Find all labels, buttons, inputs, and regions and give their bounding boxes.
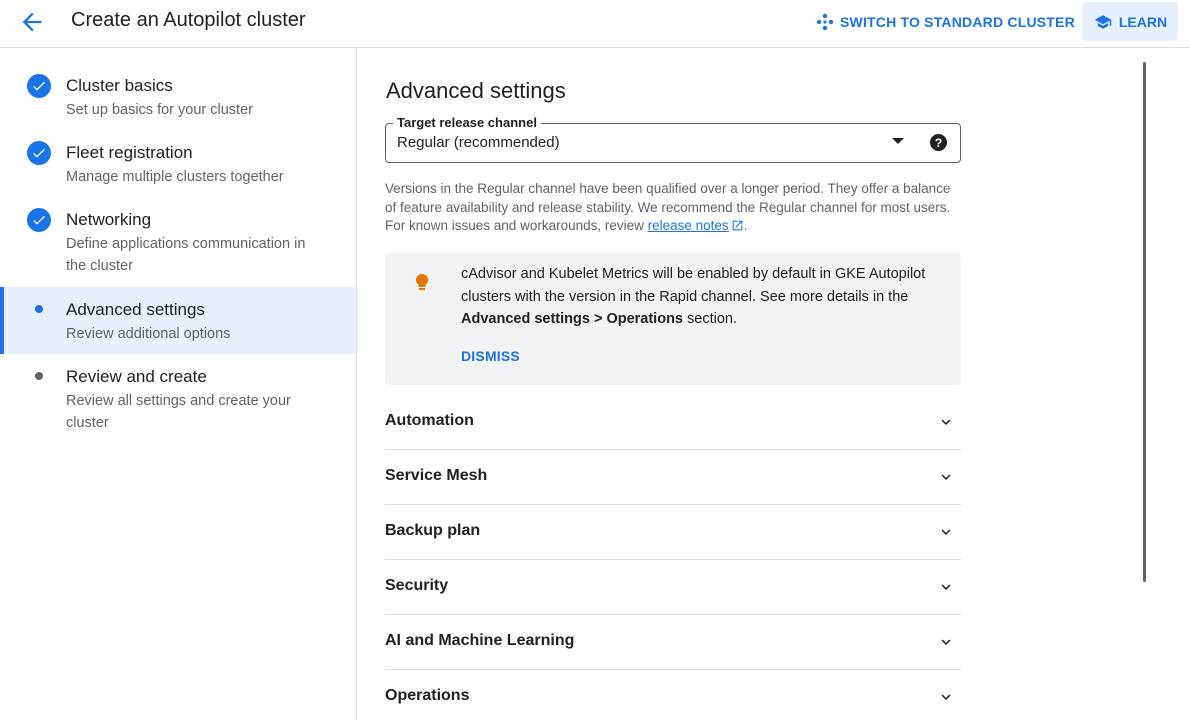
dropdown-arrow-icon[interactable]: [892, 138, 904, 144]
release-channel-description: Versions in the Regular channel have bee…: [385, 180, 963, 236]
step-title: Advanced settings: [66, 300, 205, 319]
chevron-down-icon: [941, 529, 951, 535]
section-title: Automation: [385, 412, 474, 429]
step-advanced-settings[interactable]: Advanced settings Review additional opti…: [0, 287, 356, 354]
pending-step-dot: [27, 364, 51, 388]
section-title: Backup plan: [385, 522, 481, 539]
banner-text: cAdvisor and Kubelet Metrics will be ena…: [461, 266, 926, 305]
section-ai-machine-learning[interactable]: AI and Machine Learning: [385, 615, 961, 670]
learn-label: LEARN: [1118, 13, 1168, 30]
step-subtitle: Set up basics for your cluster: [66, 102, 253, 118]
lightbulb-icon: [415, 273, 429, 290]
step-fleet-registration[interactable]: Fleet registration Manage multiple clust…: [0, 136, 356, 196]
hub-icon: [816, 13, 834, 31]
section-security[interactable]: Security: [385, 560, 961, 615]
step-title: Review and create: [66, 367, 207, 386]
release-channel-value: Regular (recommended): [397, 134, 560, 151]
step-title: Fleet registration: [66, 143, 193, 162]
section-title: Security: [385, 577, 449, 594]
dismiss-button[interactable]: DISMISS: [461, 348, 520, 364]
section-title: AI and Machine Learning: [385, 632, 575, 649]
chevron-down-icon: [941, 584, 951, 590]
stepper-sidebar: Cluster basics Set up basics for your cl…: [0, 48, 357, 720]
step-subtitle: Review additional options: [66, 326, 231, 342]
step-subtitle: Review all settings and create your clus…: [66, 393, 291, 431]
section-title: Service Mesh: [385, 467, 488, 484]
section-title: Operations: [385, 687, 470, 704]
section-heading: Advanced settings: [386, 78, 566, 103]
section-operations[interactable]: Operations: [385, 670, 961, 725]
help-icon[interactable]: ?: [930, 134, 947, 151]
banner-message: cAdvisor and Kubelet Metrics will be ena…: [461, 263, 941, 331]
release-channel-label: Target release channel: [393, 115, 541, 130]
chevron-down-icon: [941, 419, 951, 425]
chevron-down-icon: [941, 639, 951, 645]
step-cluster-basics[interactable]: Cluster basics Set up basics for your cl…: [0, 68, 356, 128]
banner-bold-text: Advanced settings > Operations: [461, 311, 683, 327]
app-header: Create an Autopilot cluster SWITCH TO ST…: [0, 0, 1190, 48]
step-networking[interactable]: Networking Define applications communica…: [0, 203, 356, 283]
scrollbar[interactable]: [1143, 62, 1146, 582]
chevron-down-icon: [941, 474, 951, 480]
step-title: Networking: [66, 210, 152, 229]
step-title: Cluster basics: [66, 76, 173, 95]
check-circle-icon: [27, 141, 51, 165]
section-service-mesh[interactable]: Service Mesh: [385, 450, 961, 505]
switch-to-standard-button[interactable]: SWITCH TO STANDARD CLUSTER: [816, 11, 1075, 33]
chevron-down-icon: [941, 694, 951, 700]
step-subtitle: Manage multiple clusters together: [66, 169, 284, 185]
back-arrow-icon[interactable]: [18, 8, 46, 36]
banner-suffix: section.: [683, 311, 737, 327]
section-automation[interactable]: Automation: [385, 395, 961, 450]
check-circle-icon: [27, 208, 51, 232]
section-backup-plan[interactable]: Backup plan: [385, 505, 961, 560]
step-review-and-create[interactable]: Review and create Review all settings an…: [0, 361, 356, 441]
current-step-dot: [27, 297, 51, 321]
open-in-new-icon[interactable]: [731, 219, 744, 232]
learn-button[interactable]: LEARN: [1082, 2, 1178, 41]
step-subtitle: Define applications communication in the…: [66, 236, 306, 274]
description-suffix: .: [743, 218, 748, 233]
release-channel-select[interactable]: Target release channel Regular (recommen…: [385, 115, 961, 163]
main-content: Advanced settings Target release channel…: [358, 48, 1190, 720]
switch-label: SWITCH TO STANDARD CLUSTER: [840, 14, 1075, 30]
info-banner: cAdvisor and Kubelet Metrics will be ena…: [385, 253, 961, 385]
school-icon: [1094, 14, 1112, 29]
check-circle-icon: [27, 74, 51, 98]
page-title: Create an Autopilot cluster: [71, 9, 306, 31]
release-notes-link[interactable]: release notes: [648, 218, 729, 233]
